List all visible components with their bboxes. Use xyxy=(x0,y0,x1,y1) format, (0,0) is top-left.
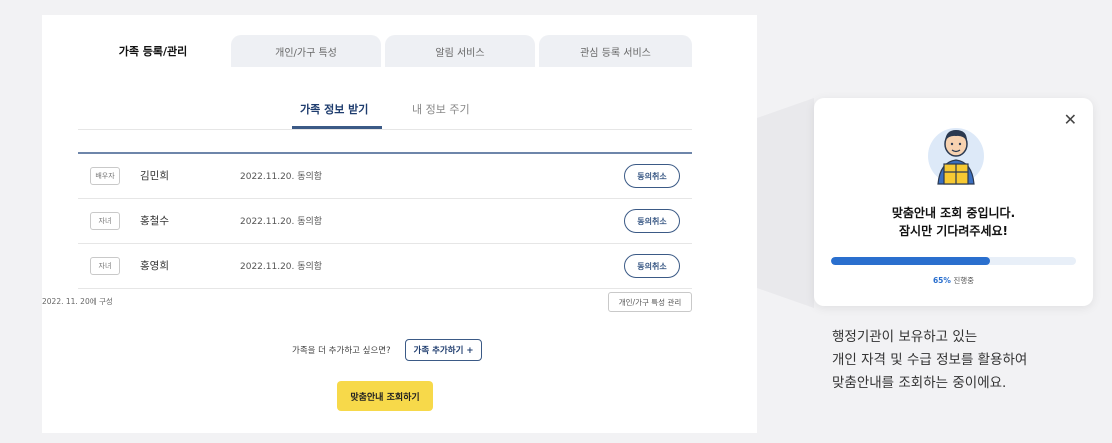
loading-popup: ✕ 맞춤안내 조회 중입니다. 잠시만 기다려주세요! 65% 진행중 xyxy=(814,98,1093,306)
popup-connector xyxy=(757,98,814,308)
relation-badge: 자녀 xyxy=(90,257,120,275)
popup-message-line2: 잠시만 기다려주세요! xyxy=(898,224,1008,238)
tab-personal-household[interactable]: 개인/가구 특성 xyxy=(231,35,381,67)
subtab-receive-family-info[interactable]: 가족 정보 받기 xyxy=(300,101,368,117)
progress-bar xyxy=(831,257,1076,265)
custom-guide-search-button[interactable]: 맞춤안내 조회하기 xyxy=(337,381,433,411)
add-family-question: 가족을 더 추가하고 싶으면? xyxy=(292,346,391,356)
popup-message-line1: 맞춤안내 조회 중입니다. xyxy=(891,206,1016,220)
description-text: 행정기관이 보유하고 있는 개인 자격 및 수급 정보를 활용하여 맞춤안내를 … xyxy=(832,326,1092,395)
character-icon xyxy=(928,128,984,185)
progress-percent: 65% xyxy=(932,276,951,285)
tab-bar: 가족 등록/관리 개인/가구 특성 알림 서비스 관심 등록 서비스 xyxy=(78,35,692,67)
consent-date: 2022.11.20. 동의함 xyxy=(240,172,323,182)
family-row: 자녀 홍철수 2022.11.20. 동의함 동의취소 xyxy=(78,199,692,244)
relation-badge: 자녀 xyxy=(90,212,120,230)
consent-date: 2022.11.20. 동의함 xyxy=(240,217,323,227)
tab-interest-service[interactable]: 관심 등록 서비스 xyxy=(539,35,692,67)
progress-label: 65% 진행중 xyxy=(814,275,1093,286)
subtab-active-indicator xyxy=(292,126,382,129)
relation-badge: 배우자 xyxy=(90,167,120,185)
add-family-button[interactable]: 가족 추가하기 + xyxy=(405,339,482,361)
family-row: 배우자 김민희 2022.11.20. 동의함 동의취소 xyxy=(78,154,692,199)
consent-date: 2022.11.20. 동의함 xyxy=(240,262,323,272)
manage-household-button[interactable]: 개인/가구 특성 관리 xyxy=(608,292,692,312)
member-name: 홍영희 xyxy=(140,260,169,272)
description-line3: 맞춤안내를 조회하는 중이에요. xyxy=(832,375,1007,391)
tab-notification-service[interactable]: 알림 서비스 xyxy=(385,35,535,67)
member-name: 김민희 xyxy=(140,170,169,182)
cancel-consent-button[interactable]: 동의취소 xyxy=(624,254,680,278)
composed-date: 2022. 11. 20에 구성 xyxy=(42,297,113,306)
description-line1: 행정기관이 보유하고 있는 xyxy=(832,329,978,345)
subtab-give-my-info[interactable]: 내 정보 주기 xyxy=(412,101,470,117)
progress-fill xyxy=(831,257,991,265)
close-icon[interactable]: ✕ xyxy=(1064,112,1077,128)
description-line2: 개인 자격 및 수급 정보를 활용하여 xyxy=(832,352,1028,368)
cancel-consent-button[interactable]: 동의취소 xyxy=(624,209,680,233)
subtab-bar: 가족 정보 받기 내 정보 주기 xyxy=(78,93,692,130)
progress-status: 진행중 xyxy=(953,276,975,285)
family-row: 자녀 홍영희 2022.11.20. 동의함 동의취소 xyxy=(78,244,692,289)
main-panel: 가족 등록/관리 개인/가구 특성 알림 서비스 관심 등록 서비스 가족 정보… xyxy=(42,15,757,433)
member-name: 홍철수 xyxy=(140,215,169,227)
cancel-consent-button[interactable]: 동의취소 xyxy=(624,164,680,188)
tab-family-register[interactable]: 가족 등록/관리 xyxy=(78,35,228,67)
